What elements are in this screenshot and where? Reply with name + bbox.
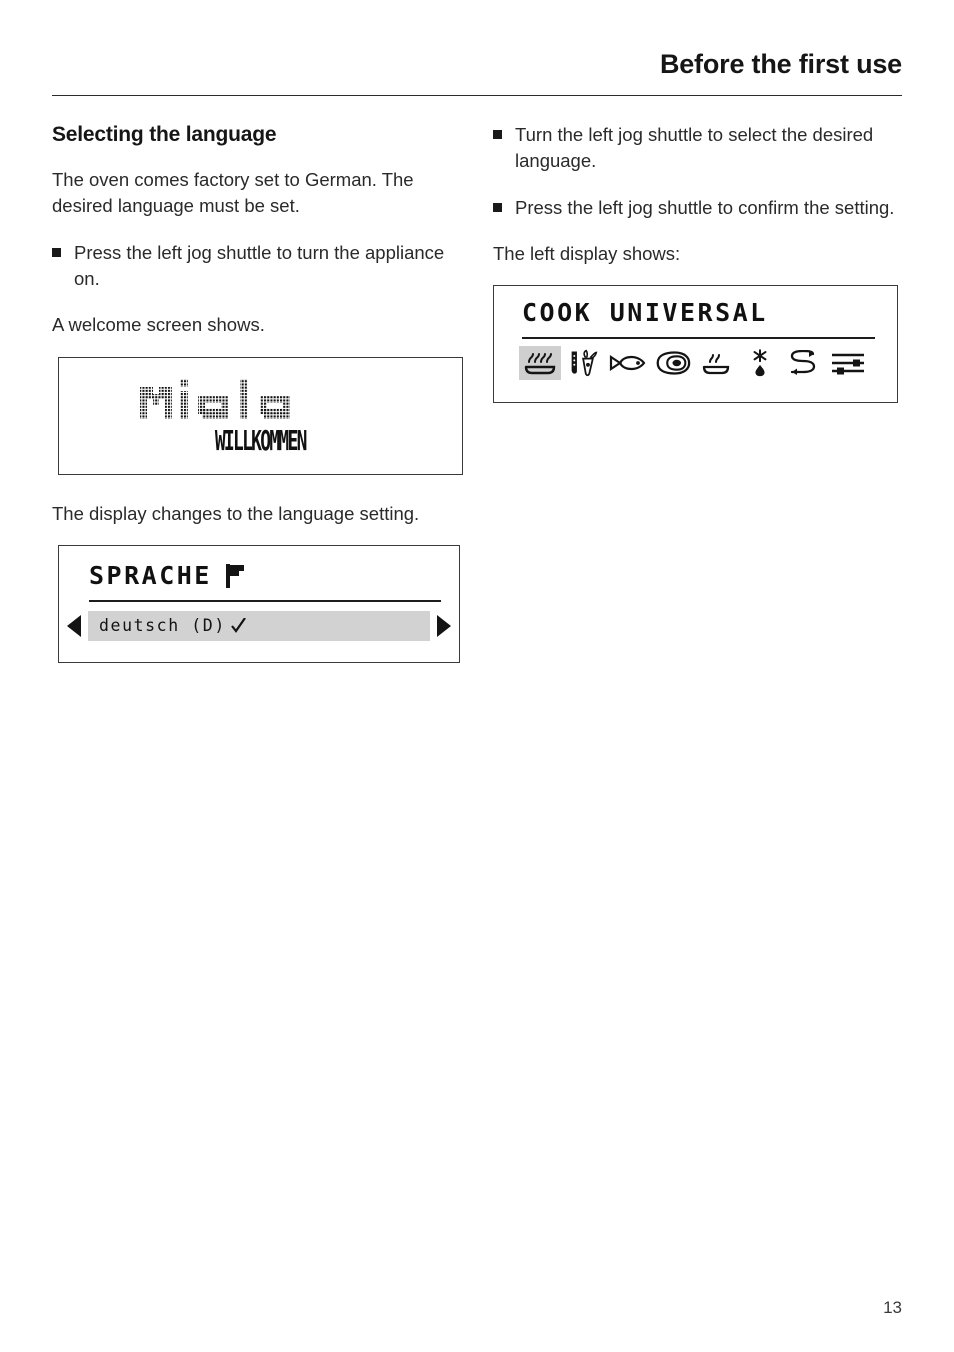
welcome-subtitle: WILLKOMMEN [215,426,308,458]
bake-heat-icon[interactable] [519,346,561,381]
defrost-icon[interactable] [739,346,781,380]
language-selector: deutsch (D) [59,610,459,641]
language-display-screen: SPRACHE deutsch (D) [58,544,460,663]
language-option-label: deutsch (D) [99,615,226,635]
flag-icon [225,563,245,588]
meat-roast-icon[interactable] [651,346,693,380]
list-item-text: Press the left jog shuttle to confirm th… [515,196,895,218]
cook-mode-icon-row [494,346,897,381]
cook-display-header: COOK UNIVERSAL [494,300,897,332]
keep-warm-icon[interactable] [695,346,737,380]
page-number: 13 [883,1298,902,1317]
miele-logo-dotmatrix [139,379,290,420]
left-column: Selecting the language The oven comes fa… [52,122,477,663]
arrow-left-icon[interactable] [67,614,81,637]
section-heading: Selecting the language [52,123,277,146]
arrow-right-icon[interactable] [437,614,451,637]
check-icon [231,617,247,634]
list-item-text: Turn the left jog shuttle to select the … [515,124,874,172]
language-display-header: SPRACHE [59,559,459,593]
square-bullet-icon [52,247,61,257]
cook-display-divider [522,337,875,340]
cook-display-screen: COOK UNIVERSAL [493,285,898,404]
list-item: Turn the left jog shuttle to select the … [493,122,902,175]
vegetables-knife-icon[interactable] [563,346,605,380]
page-header: Before the first use [52,49,902,96]
language-caption: The display changes to the language sett… [52,502,420,524]
cook-display-title: COOK UNIVERSAL [522,298,768,328]
language-option-field[interactable]: deutsch (D) [88,610,430,641]
recall-program-icon[interactable] [783,346,825,380]
fish-icon[interactable] [607,346,649,380]
display-caption: The left display shows: [493,242,681,264]
page-title: Before the first use [659,49,902,79]
welcome-caption: A welcome screen shows. [52,314,265,336]
intro-paragraph: The oven comes factory set to German. Th… [52,169,414,217]
list-item: Press the left jog shuttle to confirm th… [493,195,902,221]
square-bullet-icon [493,130,502,139]
right-column: Turn the left jog shuttle to select the … [477,122,902,663]
header-divider [52,94,902,96]
settings-sliders-icon[interactable] [827,346,869,380]
list-item: Press the left jog shuttle to turn the a… [52,240,459,293]
list-item-text: Press the left jog shuttle to turn the a… [74,241,445,289]
content-columns: Selecting the language The oven comes fa… [52,122,902,663]
language-display-title: SPRACHE [89,561,212,591]
welcome-display-screen: WILLKOMMEN [58,356,463,475]
language-display-divider [89,599,441,602]
square-bullet-icon [493,202,502,212]
